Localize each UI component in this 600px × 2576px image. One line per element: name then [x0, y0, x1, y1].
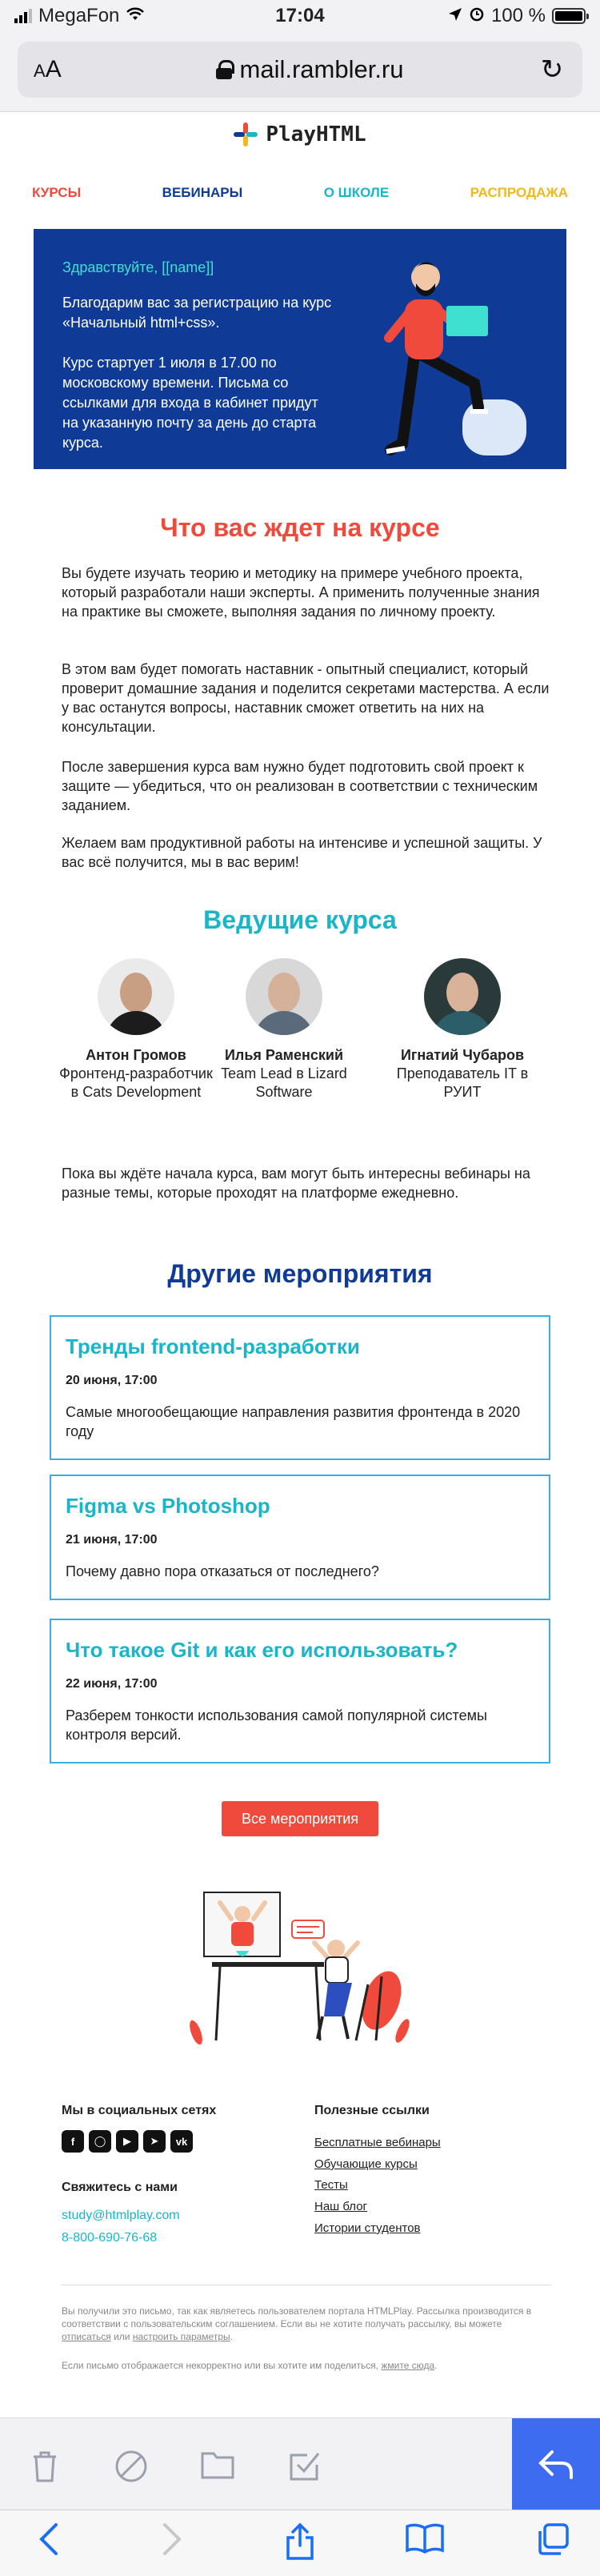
youtube-icon[interactable]: ▶	[116, 2130, 138, 2153]
useful-link-webinars[interactable]: Бесплатные вебинары	[314, 2136, 441, 2149]
spam-icon[interactable]	[114, 2449, 149, 2484]
forward-icon[interactable]	[152, 2522, 192, 2562]
location-icon	[448, 5, 462, 27]
unsubscribe-link[interactable]: отписаться	[62, 2331, 111, 2342]
about-paragraph-2: В этом вам будет помогать наставник - оп…	[62, 661, 550, 735]
menu-item-sale[interactable]: Распродажа	[470, 185, 568, 201]
event-description: Разберем тонкости использования самой по…	[66, 1707, 487, 1743]
logo-text: PlayHTML	[266, 122, 366, 146]
hero-banner: Здравствуйте, [[name]] Благодарим вас за…	[34, 229, 566, 469]
web-version-link[interactable]: жмите сюда	[381, 2360, 434, 2371]
useful-link-tests[interactable]: Тесты	[314, 2178, 348, 2192]
useful-link-stories[interactable]: Истории студентов	[314, 2221, 421, 2235]
reply-button[interactable]	[512, 2418, 600, 2510]
email-menu: Курсы Вебинары О школе Распродажа	[32, 185, 568, 201]
teacher-name: Игнатий Чубаров	[400, 1047, 525, 1063]
teacher-name: Илья Раменский	[224, 1047, 344, 1063]
reload-icon[interactable]: ↻	[538, 55, 566, 84]
trash-icon[interactable]	[27, 2449, 62, 2484]
menu-item-about[interactable]: О школе	[324, 185, 389, 201]
share-notice: Если письмо отображается некорректно или…	[62, 2360, 438, 2371]
lock-icon	[215, 60, 234, 79]
vk-icon[interactable]: vk	[170, 2130, 193, 2153]
teacher-card: Антон Громов Фронтенд-разработчик в Cats…	[56, 958, 216, 1101]
facebook-icon[interactable]: f	[62, 2130, 84, 2153]
event-date: 22 июня, 17:00	[66, 1677, 158, 1691]
hero-text-2: Курс стартует 1 июля в 17.00 по московск…	[62, 355, 318, 451]
address-field[interactable]: mail.rambler.ru	[82, 55, 538, 84]
contact-email-link[interactable]: study@htmlplay.com	[62, 2209, 180, 2223]
browser-header: AA mail.rambler.ru ↻	[0, 32, 600, 112]
avatar	[424, 958, 501, 1035]
about-title: Что вас ждет на курсе	[160, 513, 440, 542]
tabs-icon[interactable]	[533, 2522, 573, 2562]
about-paragraph-1: Вы будете изучать теорию и методику на п…	[62, 565, 540, 620]
footer-illustration	[190, 1892, 410, 2045]
logo-icon	[234, 122, 258, 146]
event-description: Почему давно пора отказаться от последне…	[66, 1563, 379, 1579]
alarm-icon	[469, 5, 485, 27]
event-title[interactable]: Тренды frontend-разработки	[66, 1334, 534, 1359]
useful-links-title: Полезные ссылки	[314, 2104, 430, 2117]
events-title: Другие мероприятия	[167, 1259, 433, 1288]
useful-link-courses[interactable]: Обучающие курсы	[314, 2157, 418, 2171]
event-date: 20 июня, 17:00	[66, 1374, 158, 1387]
status-right: 100 %	[448, 5, 589, 27]
teacher-role: Фронтенд-разработчик в Cats Development	[59, 1065, 213, 1100]
settings-link[interactable]: настроить параметры	[133, 2331, 230, 2342]
battery-percent: 100 %	[490, 5, 546, 26]
status-left: MegaFon	[14, 5, 145, 27]
url-bar[interactable]: AA mail.rambler.ru ↻	[18, 42, 582, 98]
menu-item-courses[interactable]: Курсы	[32, 185, 81, 201]
useful-link-blog[interactable]: Наш блог	[314, 2200, 367, 2213]
status-bar: MegaFon 17:04 100 %	[0, 0, 600, 32]
event-card[interactable]: Figma vs Photoshop 21 июня, 17:00 Почему…	[50, 1475, 550, 1600]
battery-icon	[552, 8, 589, 24]
carrier-label: MegaFon	[38, 5, 120, 26]
telegram-icon[interactable]: ➤	[143, 2130, 166, 2153]
reply-icon	[538, 2450, 573, 2479]
hero-text-1: Благодарим вас за регистрацию на курс «Н…	[62, 295, 332, 331]
about-paragraph-4: Желаем вам продуктивной работы на интенс…	[62, 835, 542, 870]
teacher-card: Илья Раменский Team Lead в Lizard Softwa…	[204, 958, 364, 1101]
event-description: Самые многообещающие направления развити…	[66, 1404, 521, 1439]
signal-icon	[14, 9, 32, 23]
contact-title: Свяжитесь с нами	[62, 2181, 178, 2194]
folder-icon[interactable]	[200, 2449, 235, 2484]
social-icons: f ◯ ▶ ➤ vk	[62, 2130, 193, 2153]
hero-greeting: Здравствуйте, [[name]]	[62, 259, 214, 275]
teacher-role: Team Lead в Lizard Software	[221, 1065, 347, 1100]
bookmarks-icon[interactable]	[405, 2522, 445, 2562]
avatar	[246, 958, 322, 1035]
logo[interactable]: PlayHTML	[0, 122, 600, 146]
all-events-button[interactable]: Все мероприятия	[222, 1801, 378, 1836]
safari-toolbar	[0, 2510, 600, 2576]
instagram-icon[interactable]: ◯	[89, 2130, 111, 2153]
social-title: Мы в социальных сетях	[62, 2104, 217, 2117]
email-body: PlayHTML Курсы Вебинары О школе Распрода…	[0, 113, 600, 2418]
event-card[interactable]: Тренды frontend-разработки 20 июня, 17:0…	[50, 1315, 550, 1460]
event-date: 21 июня, 17:00	[66, 1533, 158, 1547]
teacher-name: Антон Громов	[86, 1047, 186, 1063]
text-size-button[interactable]: AA	[34, 56, 82, 83]
event-title[interactable]: Figma vs Photoshop	[66, 1494, 534, 1519]
about-paragraph-3: После завершения курса вам нужно будет п…	[62, 759, 538, 813]
mail-toolbar	[0, 2418, 600, 2510]
contact-phone-link[interactable]: 8-800-690-76-68	[62, 2231, 157, 2245]
teachers-title: Ведущие курса	[203, 905, 397, 934]
url-text: mail.rambler.ru	[239, 55, 404, 83]
webinars-note: Пока вы ждёте начала курса, вам могут бы…	[62, 1166, 530, 1201]
menu-item-webinars[interactable]: Вебинары	[162, 185, 243, 201]
teacher-role: Преподаватель IT в РУИТ	[396, 1065, 529, 1100]
wifi-icon	[126, 6, 145, 26]
event-card[interactable]: Что такое Git и как его использовать? 22…	[50, 1619, 550, 1763]
share-icon[interactable]	[280, 2522, 320, 2562]
hero-illustration	[384, 262, 526, 455]
teacher-card: Игнатий Чубаров Преподаватель IT в РУИТ	[382, 958, 542, 1101]
legal-notice: Вы получили это письмо, так как являетес…	[62, 2305, 532, 2342]
event-title[interactable]: Что такое Git и как его использовать?	[66, 1638, 534, 1663]
mark-read-icon[interactable]	[286, 2449, 322, 2484]
back-icon[interactable]	[29, 2522, 69, 2562]
avatar	[98, 958, 174, 1035]
